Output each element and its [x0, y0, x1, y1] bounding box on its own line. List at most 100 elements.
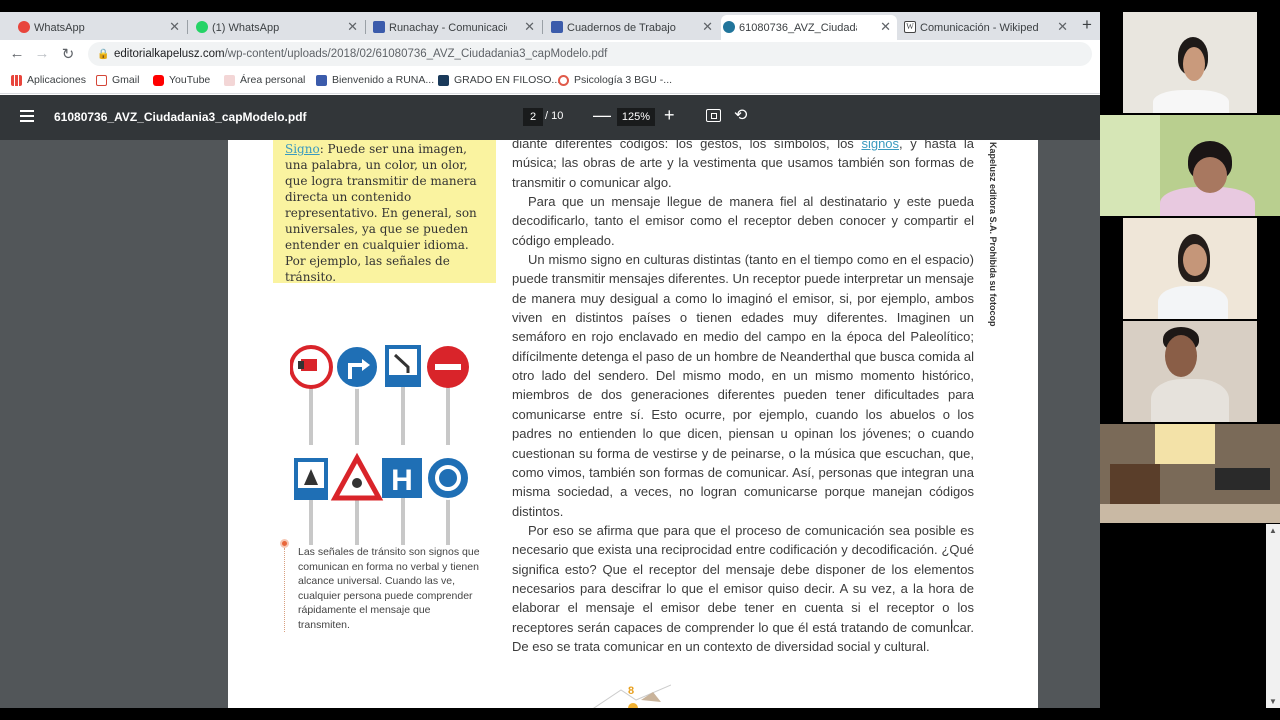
background-light [1155, 424, 1215, 464]
bookmark-youtube[interactable]: YouTube [153, 74, 210, 86]
tab-strip: WhatsApp ✕ (1) WhatsApp ✕ Runachay - Com… [0, 12, 1100, 40]
site-icon [224, 75, 235, 86]
tab-whatsapp-1[interactable]: (1) WhatsApp ✕ [194, 15, 364, 40]
u-icon [438, 75, 449, 86]
zoom-in-button[interactable]: + [664, 105, 675, 126]
bookmark-runachay[interactable]: Bienvenido a RUNA... [316, 74, 434, 86]
apps-grid-icon [11, 75, 22, 86]
new-tab-button[interactable]: + [1082, 15, 1092, 35]
tab-wikipedia[interactable]: W Comunicación - Wikipedia, la ✕ [902, 15, 1074, 40]
participant-video-2[interactable] [1100, 115, 1280, 216]
pdf-toolbar: 61080736_AVZ_Ciudadania3_capModelo.pdf 2… [0, 95, 1100, 140]
tab-pdf-active[interactable]: 61080736_AVZ_Ciudadania3_ ✕ [721, 15, 897, 40]
participant-video-4[interactable] [1123, 321, 1257, 422]
fit-page-icon[interactable] [706, 109, 721, 122]
bookmark-grado[interactable]: GRADO EN FILOSO... [438, 74, 560, 86]
tab-separator [542, 20, 543, 34]
text-cursor-icon: I [950, 617, 954, 631]
tab-whatsapp[interactable]: WhatsApp ✕ [16, 15, 186, 40]
background-table [1100, 504, 1280, 523]
close-icon[interactable]: ✕ [347, 19, 358, 35]
tab-cuadernos[interactable]: Cuadernos de Trabajo ✕ [549, 15, 719, 40]
lock-icon: 🔒 [97, 49, 110, 60]
glossary-box: Signo: Puede ser una imagen, una palabra… [273, 140, 496, 284]
menu-icon[interactable] [20, 110, 34, 122]
participant-shirt [1151, 379, 1229, 422]
tab-label: WhatsApp [34, 21, 85, 34]
whatsapp-alert-icon [18, 21, 30, 33]
back-button[interactable]: ← [8, 45, 26, 62]
bookmark-gmail[interactable]: Gmail [96, 74, 139, 86]
page-total: / 10 [545, 110, 564, 122]
participant-video-5[interactable] [1100, 424, 1280, 523]
caption-divider [284, 548, 285, 632]
bookmark-psicologia[interactable]: Psicología 3 BGU -... [558, 74, 672, 86]
image-caption: Las señales de tránsito son signos que c… [298, 546, 480, 631]
participant-shirt [1153, 90, 1229, 113]
close-icon[interactable]: ✕ [1057, 19, 1068, 35]
zoom-input[interactable]: 125% [617, 108, 655, 126]
moodle-icon [551, 21, 563, 33]
reload-button[interactable]: ↻ [59, 45, 77, 63]
browser-window: WhatsApp ✕ (1) WhatsApp ✕ Runachay - Com… [0, 12, 1100, 708]
close-icon[interactable]: ✕ [880, 19, 891, 35]
participant-video-1[interactable] [1123, 12, 1257, 113]
participant-shirt [1158, 286, 1228, 319]
bookmark-label: Psicología 3 BGU -... [574, 74, 673, 86]
address-bar[interactable]: 🔒 editorialkapelusz.com/wp-content/uploa… [88, 42, 1092, 66]
participant-video-3[interactable] [1123, 218, 1257, 319]
paragraph-4: Por eso se afirma que para que el proces… [512, 522, 974, 654]
browser-toolbar: ← → ↻ 🔒 editorialkapelusz.com/wp-content… [0, 40, 1100, 68]
tab-label: 61080736_AVZ_Ciudadania3_ [739, 21, 857, 34]
paragraph-3: Un mismo signo en culturas distintas (ta… [512, 252, 974, 519]
address-path: /wp-content/uploads/2018/02/61080736_AVZ… [224, 48, 608, 60]
participant-face [1193, 157, 1227, 193]
tab-label: (1) WhatsApp [212, 21, 280, 34]
tab-separator [365, 20, 366, 34]
bookmark-aplicaciones[interactable]: Aplicaciones [11, 74, 86, 86]
close-icon[interactable]: ✕ [169, 19, 180, 35]
close-icon[interactable]: ✕ [702, 19, 713, 35]
body-text: diante diferentes códigos: los gestos, l… [512, 140, 974, 656]
bookmark-label: Área personal [240, 74, 306, 86]
signos-link[interactable]: signos [861, 140, 899, 151]
forward-button[interactable]: → [33, 45, 51, 62]
pdf-title: 61080736_AVZ_Ciudadania3_capModelo.pdf [54, 110, 307, 124]
glossary-text: : Puede ser una imagen, una palabra, un … [285, 142, 477, 284]
bookmark-label: YouTube [169, 74, 211, 86]
moodle-icon [373, 21, 385, 33]
scroll-down-icon[interactable]: ▼ [1269, 697, 1277, 706]
tab-label: Comunicación - Wikipedia, la [920, 21, 1038, 34]
paragraph-1-start: diante diferentes códigos: los gestos, l… [512, 140, 862, 151]
tab-label: Cuadernos de Trabajo [567, 21, 676, 34]
copyright-text: Kapelusz editora S.A. Prohibida su fotoc… [988, 142, 998, 327]
page-number-input[interactable]: 2 [523, 108, 543, 126]
traffic-signs-illustration: H [290, 345, 470, 545]
tab-label: Runachay - Comunicación y G [389, 21, 507, 34]
rotate-icon[interactable]: ⟲ [734, 105, 747, 125]
scroll-up-icon[interactable]: ▲ [1269, 526, 1277, 535]
bookmark-label: GRADO EN FILOSO... [454, 74, 561, 86]
paragraph-2: Para que un mensaje llegue de manera fie… [512, 194, 974, 248]
address-host: editorialkapelusz.com [114, 48, 225, 60]
youtube-icon [153, 75, 164, 86]
pdf-page: Signo: Puede ser una imagen, una palabra… [228, 140, 1038, 708]
caption-bullet-icon [280, 539, 289, 548]
participant-face [1183, 244, 1207, 276]
scrollbar[interactable] [1266, 524, 1280, 708]
wikipedia-icon: W [904, 21, 916, 33]
pdf-viewport[interactable]: Signo: Puede ser una imagen, una palabra… [0, 140, 1100, 708]
gmail-icon [96, 75, 107, 86]
tab-runachay[interactable]: Runachay - Comunicación y G ✕ [371, 15, 541, 40]
bookmarks-bar: Aplicaciones Gmail YouTube Área personal… [0, 68, 1100, 94]
tab-separator [187, 20, 188, 34]
background-furniture [1110, 464, 1160, 504]
page-number: 8 [628, 685, 635, 697]
close-icon[interactable]: ✕ [524, 19, 535, 35]
glossary-term: Signo [285, 142, 320, 156]
zoom-out-button[interactable]: — [593, 105, 611, 126]
participant-face [1165, 335, 1197, 377]
bookmark-area-personal[interactable]: Área personal [224, 74, 305, 86]
bookmark-label: Aplicaciones [27, 74, 86, 86]
svg-text:H: H [391, 464, 413, 497]
